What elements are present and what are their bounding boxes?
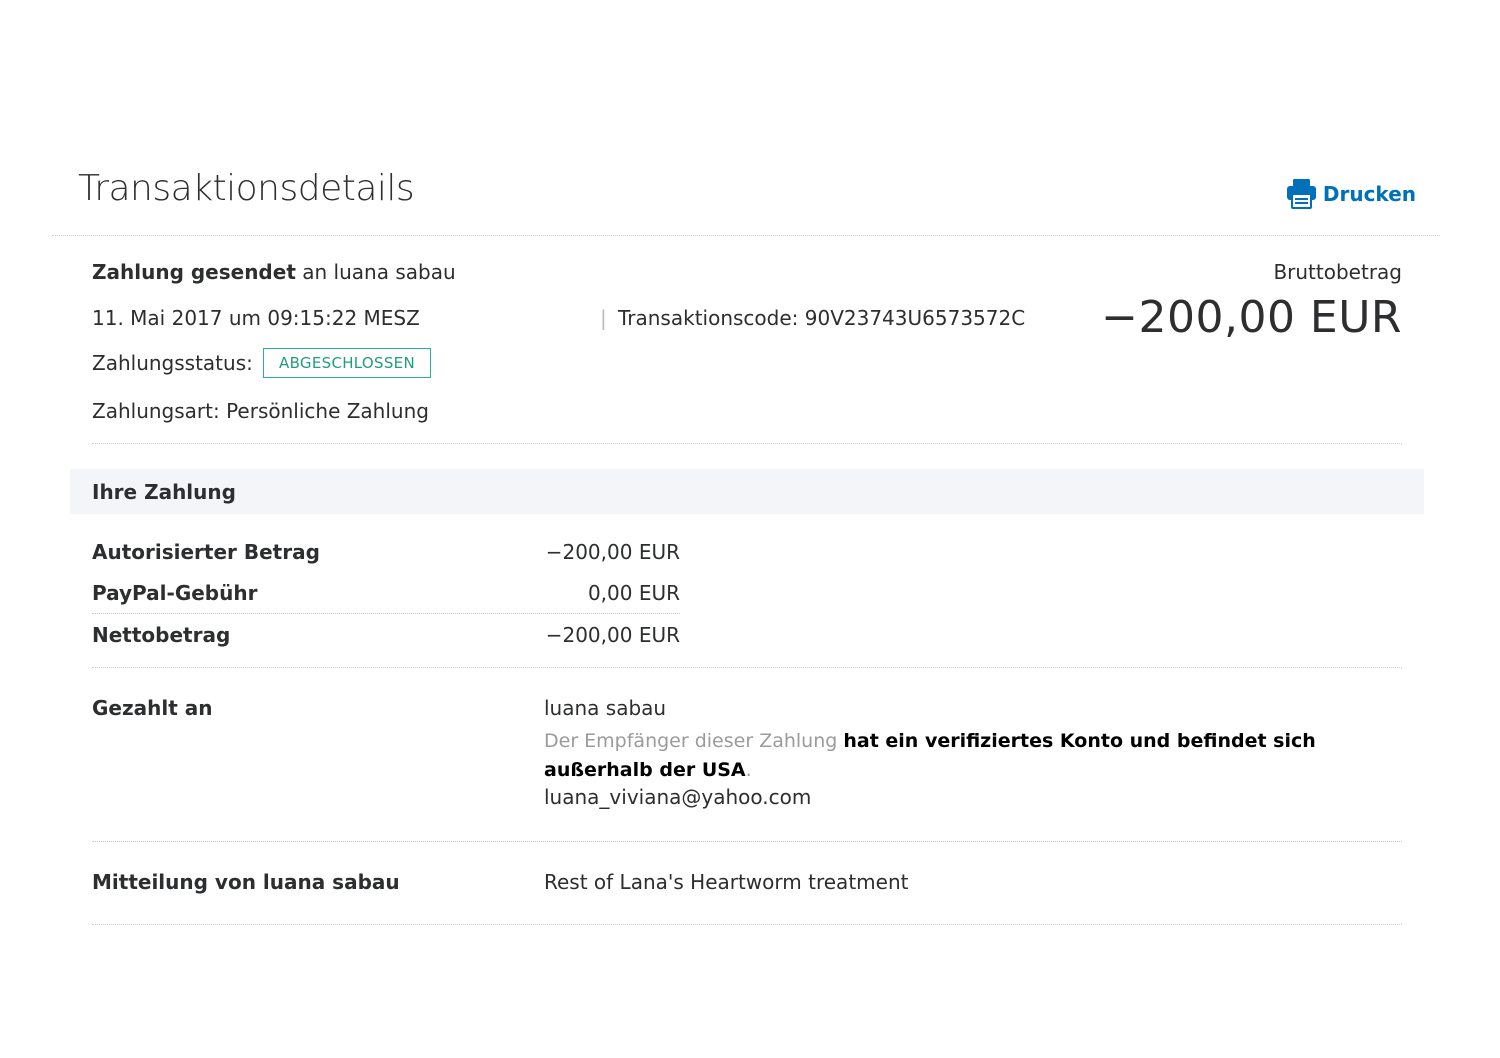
note-end: . xyxy=(745,759,752,781)
note-intro: Der Empfänger dieser Zahlung xyxy=(544,730,838,752)
payment-type: Zahlungsart: Persönliche Zahlung xyxy=(92,399,429,423)
message-label: Mitteilung von luana sabau xyxy=(92,870,400,894)
page-title: Transaktionsdetails xyxy=(78,168,415,209)
recipient-name: luana sabau xyxy=(544,696,667,720)
printer-icon xyxy=(1286,178,1317,209)
recipient-email: luana_viviana@yahoo.com xyxy=(544,785,812,809)
transaction-code: Transaktionscode: 90V23743U6573572C xyxy=(618,306,1026,330)
paid-to-label: Gezahlt an xyxy=(92,696,213,720)
print-label: Drucken xyxy=(1322,181,1416,206)
message-divider xyxy=(92,924,1402,925)
net-amount-value: −200,00 EUR xyxy=(545,623,680,647)
separator: | xyxy=(600,306,607,330)
paypal-fee-label: PayPal-Gebühr xyxy=(92,581,258,605)
payment-action-recipient: an luana sabau xyxy=(302,260,456,284)
fee-divider xyxy=(92,613,680,614)
gross-amount: −200,00 EUR xyxy=(1101,292,1402,343)
payment-action: Zahlung gesendet an luana sabau xyxy=(92,260,456,284)
authorized-amount-value: −200,00 EUR xyxy=(545,540,680,564)
summary-divider xyxy=(92,443,1402,444)
recipient-verification-note: Der Empfänger dieser Zahlung hat ein ver… xyxy=(544,727,1384,785)
status-label: Zahlungsstatus: xyxy=(92,351,253,375)
your-payment-header: Ihre Zahlung xyxy=(70,469,1424,514)
gross-amount-label: Bruttobetrag xyxy=(1273,260,1402,284)
section-title: Ihre Zahlung xyxy=(92,480,236,504)
paypal-fee-value: 0,00 EUR xyxy=(587,581,680,605)
header-divider xyxy=(52,235,1440,236)
payment-action-bold: Zahlung gesendet xyxy=(92,260,296,284)
net-amount-label: Nettobetrag xyxy=(92,623,231,647)
transaction-datetime: 11. Mai 2017 um 09:15:22 MESZ xyxy=(92,306,420,330)
message-text: Rest of Lana's Heartworm treatment xyxy=(544,870,909,894)
print-button[interactable]: Drucken xyxy=(1286,178,1416,209)
paid-to-divider xyxy=(92,841,1402,842)
authorized-amount-label: Autorisierter Betrag xyxy=(92,540,320,564)
status-badge: ABGESCHLOSSEN xyxy=(263,348,431,378)
payment-divider xyxy=(92,667,1402,668)
